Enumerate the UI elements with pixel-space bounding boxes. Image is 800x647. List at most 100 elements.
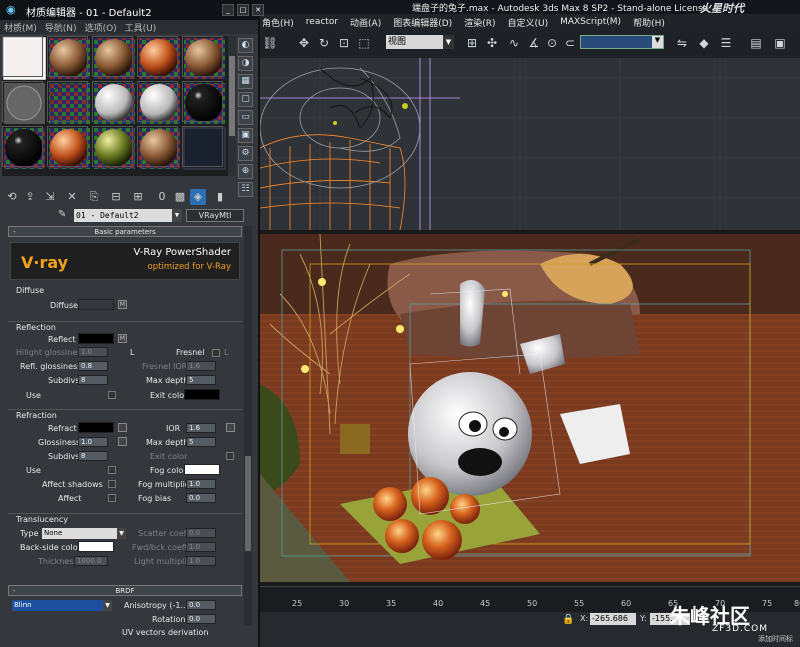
material-slot-5[interactable] — [182, 36, 223, 77]
menu-customize[interactable]: 自定义(U) — [507, 16, 548, 29]
hilight-lock-button[interactable]: L — [130, 348, 134, 357]
select-object-icon[interactable]: ⬚ — [356, 35, 372, 51]
refract-color-swatch[interactable] — [78, 422, 114, 433]
refl-subdivs-spinner[interactable]: 8 — [78, 375, 108, 385]
me-menu-material[interactable]: 材质(M) — [4, 21, 37, 34]
menu-reactor[interactable]: reactor — [306, 17, 338, 27]
light-multiplier-spinner[interactable]: 1.0 — [186, 556, 216, 566]
reset-material-icon[interactable]: ✕ — [64, 189, 80, 205]
fwd-bck-coeff-spinner[interactable]: 1.0 — [186, 542, 216, 552]
add-time-tag-hint[interactable]: 添加时间标 — [758, 634, 793, 644]
me-menu-navigation[interactable]: 导航(N) — [45, 21, 77, 34]
thickness-spinner[interactable]: 1000.0 — [74, 556, 108, 566]
material-slot-10[interactable] — [182, 81, 223, 122]
minimize-icon[interactable]: _ — [222, 4, 234, 16]
move-icon[interactable]: ✥ — [296, 35, 312, 51]
fresnel-lock-button[interactable]: L — [224, 348, 228, 357]
material-slot-3[interactable] — [92, 36, 133, 77]
layer-manager-icon[interactable]: ☰ — [718, 35, 734, 51]
refr-max-depth-spinner[interactable]: 5 — [186, 437, 216, 447]
scatter-coeff-spinner[interactable]: 0.0 — [186, 528, 216, 538]
get-material-icon[interactable]: ⟲ — [4, 189, 20, 205]
menu-graph-editors[interactable]: 图表编辑器(D) — [393, 16, 452, 29]
anisotropy-spinner[interactable]: 0.0 — [186, 600, 216, 610]
render-icon[interactable]: ▣ — [772, 35, 788, 51]
diffuse-color-swatch[interactable] — [78, 299, 114, 310]
material-slot-2[interactable] — [47, 36, 88, 77]
ior-map-button[interactable] — [226, 423, 235, 432]
pivot-icon[interactable]: ⊞ — [464, 35, 480, 51]
material-name-dropdown[interactable]: 01 - Default2 ▼ — [74, 209, 182, 222]
menu-maxscript[interactable]: MAXScript(M) — [560, 17, 621, 27]
material-slot-6[interactable] — [2, 81, 43, 122]
viewport-top[interactable] — [260, 58, 800, 230]
material-type-button[interactable]: VRayMtl — [186, 209, 244, 222]
fresnel-ior-spinner[interactable]: 1.6 — [186, 361, 216, 371]
refract-map-button[interactable] — [118, 423, 127, 432]
viewport-perspective[interactable] — [260, 234, 800, 582]
brdf-type-dropdown[interactable]: Blinn ▼ — [12, 600, 112, 611]
menu-help[interactable]: 帮助(H) — [633, 16, 665, 29]
video-check-icon[interactable]: ▭ — [238, 110, 253, 125]
copy-material-icon[interactable]: ⎘ — [86, 189, 102, 205]
snap-icon[interactable]: ∿ — [506, 35, 522, 51]
material-slot-15[interactable] — [182, 126, 223, 167]
menu-character[interactable]: 角色(H) — [262, 16, 294, 29]
sample-type-icon[interactable]: ◐ — [238, 38, 253, 53]
close-icon[interactable]: ✕ — [252, 4, 264, 16]
named-selection-dropdown[interactable]: ▼ — [580, 35, 664, 49]
basic-parameters-rollout[interactable]: - Basic parameters — [8, 226, 242, 237]
show-end-result-icon[interactable]: ◈ — [190, 189, 206, 205]
assign-material-icon[interactable]: ⇲ — [42, 189, 58, 205]
material-slot-8[interactable] — [92, 81, 133, 122]
refl-exit-color-swatch[interactable] — [184, 389, 220, 400]
me-menu-utilities[interactable]: 工具(U) — [125, 21, 157, 34]
diffuse-map-button[interactable]: M — [118, 300, 127, 309]
go-to-parent-icon[interactable]: ▮ — [212, 189, 228, 205]
affect-shadows-checkbox[interactable] — [108, 480, 116, 488]
refr-glossiness-spinner[interactable]: 1.0 — [78, 437, 108, 447]
mirror-icon[interactable]: ⇋ — [674, 35, 690, 51]
spinner-snap-icon[interactable]: ⊂ — [562, 35, 578, 51]
reflect-map-button[interactable]: M — [118, 334, 127, 343]
scale-icon[interactable]: ⊡ — [336, 35, 352, 51]
angle-snap-icon[interactable]: ∡ — [526, 35, 542, 51]
material-slot-4[interactable] — [137, 36, 178, 77]
backlight-icon[interactable]: ◑ — [238, 56, 253, 71]
ior-spinner[interactable]: 1.6 — [186, 423, 216, 433]
select-link-icon[interactable]: ⛓ — [262, 35, 278, 51]
material-id-icon[interactable]: 0 — [154, 189, 170, 205]
hilight-glossiness-spinner[interactable]: 1.0 — [78, 347, 108, 357]
show-map-icon[interactable]: ▩ — [172, 189, 188, 205]
coord-x-field[interactable]: -265.686 — [590, 613, 636, 625]
refl-glossiness-spinner[interactable]: 0.8 — [78, 361, 108, 371]
material-slot-12[interactable] — [47, 126, 88, 167]
fog-bias-spinner[interactable]: 0.0 — [186, 493, 216, 503]
fog-color-swatch[interactable] — [184, 464, 220, 475]
background-icon[interactable]: ▦ — [238, 74, 253, 89]
align-icon[interactable]: ◆ — [696, 35, 712, 51]
fog-multiplier-spinner[interactable]: 1.0 — [186, 479, 216, 489]
brdf-rollout[interactable]: - BRDF — [8, 585, 242, 596]
refl-use-interpolation-checkbox[interactable] — [108, 391, 116, 399]
menu-animation[interactable]: 动画(A) — [350, 16, 381, 29]
parameters-scrollbar[interactable] — [244, 226, 252, 626]
refr-use-interpolation-checkbox[interactable] — [108, 466, 116, 474]
translucency-type-dropdown[interactable]: None ▼ — [42, 528, 126, 539]
material-slot-13[interactable] — [92, 126, 133, 167]
make-unique-icon[interactable]: ⊟ — [108, 189, 124, 205]
rotate-icon[interactable]: ↻ — [316, 35, 332, 51]
refr-glossiness-map-button[interactable] — [118, 437, 127, 446]
uv-tiling-icon[interactable]: ▢ — [238, 92, 253, 107]
manipulate-icon[interactable]: ✣ — [484, 35, 500, 51]
slots-scrollbar[interactable] — [228, 36, 236, 176]
options-icon[interactable]: ⚙ — [238, 146, 253, 161]
percent-snap-icon[interactable]: ⊙ — [544, 35, 560, 51]
eyedropper-icon[interactable]: ✎ — [58, 209, 66, 220]
backside-color-swatch[interactable] — [78, 541, 114, 552]
reference-coordinate-dropdown[interactable]: 视图 ▼ — [386, 35, 454, 49]
select-by-material-icon[interactable]: ⊕ — [238, 164, 253, 179]
refr-exit-color-checkbox[interactable] — [226, 452, 234, 460]
me-menu-options[interactable]: 选项(O) — [85, 21, 117, 34]
menu-rendering[interactable]: 渲染(R) — [464, 16, 495, 29]
